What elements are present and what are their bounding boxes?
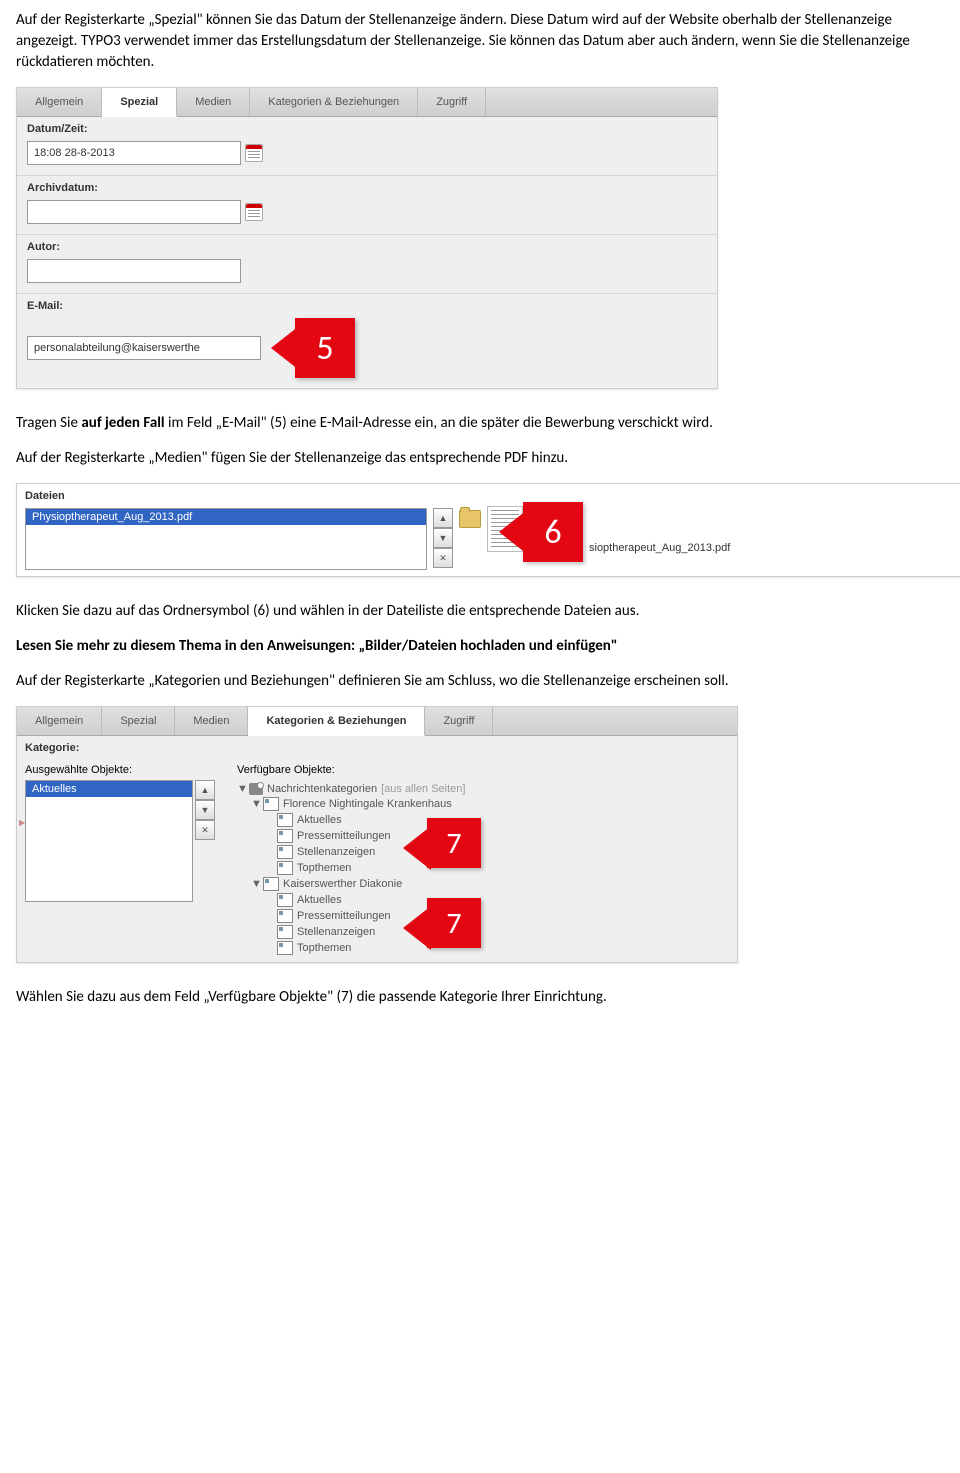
file-option[interactable]: Physioptherapeut_Aug_2013.pdf: [26, 509, 426, 525]
page-icon: [277, 845, 293, 859]
tree-node[interactable]: ▼Florence Nightingale Krankenhaus: [237, 796, 729, 812]
paragraph-read-more: Lesen Sie mehr zu diesem Thema in den An…: [16, 636, 944, 657]
calendar-icon[interactable]: [245, 144, 263, 162]
selected-objects-list[interactable]: Aktuelles: [25, 780, 193, 902]
page-icon: [263, 877, 279, 891]
tabs-bar-1: Allgemein Spezial Medien Kategorien & Be…: [17, 88, 717, 117]
file-select-list[interactable]: Physioptherapeut_Aug_2013.pdf: [25, 508, 427, 570]
field-archivdatum: Archivdatum:: [17, 176, 717, 235]
selected-option[interactable]: Aktuelles: [26, 781, 192, 797]
callout-7-label: 7: [427, 898, 481, 948]
page-icon: [277, 909, 293, 923]
field-autor: Autor:: [17, 235, 717, 294]
callout-7b: 7: [427, 898, 481, 948]
move-down-button[interactable]: ▼: [433, 528, 453, 548]
field-datum-zeit: Datum/Zeit:: [17, 117, 717, 176]
move-up-button[interactable]: ▲: [433, 508, 453, 528]
intro-paragraph-1: Auf der Registerkarte „Spezial" können S…: [16, 10, 944, 73]
paragraph-select-category: Wählen Sie dazu aus dem Feld „Verfügbare…: [16, 987, 944, 1008]
list-buttons: ▲ ▼ ✕: [195, 780, 215, 902]
folder-icon[interactable]: [459, 510, 481, 528]
label-archivdatum: Archivdatum:: [27, 182, 707, 194]
tabs-bar-2: Allgemein Spezial Medien Kategorien & Be…: [17, 707, 737, 736]
paragraph-folder-hint: Klicken Sie dazu auf das Ordnersymbol (6…: [16, 601, 944, 622]
label-email: E-Mail:: [27, 300, 707, 312]
tab-zugriff[interactable]: Zugriff: [418, 88, 486, 116]
tab-allgemein[interactable]: Allgemein: [17, 88, 102, 116]
tab-spezial[interactable]: Spezial: [102, 707, 175, 735]
label-dateien: Dateien: [25, 490, 955, 502]
input-autor[interactable]: [27, 259, 241, 283]
tree-leaf[interactable]: Topthemen: [237, 940, 729, 956]
page-icon: [263, 797, 279, 811]
callout-7a: 7: [427, 818, 481, 868]
tab-allgemein[interactable]: Allgemein: [17, 707, 102, 735]
tab-kategorien[interactable]: Kategorien & Beziehungen: [250, 88, 418, 116]
screenshot-kategorien-tab: Allgemein Spezial Medien Kategorien & Be…: [16, 706, 738, 963]
remove-button[interactable]: ✕: [433, 548, 453, 568]
tab-medien[interactable]: Medien: [177, 88, 250, 116]
page-icon: [277, 893, 293, 907]
page-icon: [277, 925, 293, 939]
input-archivdatum[interactable]: [27, 200, 241, 224]
input-datum-zeit[interactable]: [27, 141, 241, 165]
tree-leaf[interactable]: Pressemitteilungen: [237, 828, 729, 844]
move-down-button[interactable]: ▼: [195, 800, 215, 820]
tree-leaf[interactable]: Stellenanzeigen: [237, 924, 729, 940]
label-verfuegbare: Verfügbare Objekte:: [237, 764, 729, 776]
tab-spezial[interactable]: Spezial: [102, 88, 177, 117]
tree-root[interactable]: ▼Nachrichtenkategorien [aus allen Seiten…: [237, 782, 729, 796]
tree-leaf[interactable]: Topthemen: [237, 860, 729, 876]
remove-button[interactable]: ✕: [195, 820, 215, 840]
move-up-button[interactable]: ▲: [195, 780, 215, 800]
field-email: E-Mail: 5: [17, 294, 717, 388]
file-name-label: sioptherapeut_Aug_2013.pdf: [589, 542, 730, 554]
calendar-icon[interactable]: [245, 203, 263, 221]
category-tree: ▼Nachrichtenkategorien [aus allen Seiten…: [237, 782, 729, 956]
tree-leaf[interactable]: Aktuelles: [237, 892, 729, 908]
paragraph-email-hint: Tragen Sie auf jeden Fall im Feld „E-Mai…: [16, 413, 944, 434]
page-icon: [277, 861, 293, 875]
page-icon: [277, 829, 293, 843]
screenshot-spezial-tab: Allgemein Spezial Medien Kategorien & Be…: [16, 87, 718, 389]
label-autor: Autor:: [27, 241, 707, 253]
category-icon: [249, 783, 263, 795]
label-kategorie: Kategorie:: [25, 742, 729, 754]
callout-5-label: 5: [295, 318, 355, 378]
tree-leaf[interactable]: Pressemitteilungen: [237, 908, 729, 924]
input-email[interactable]: [27, 336, 261, 360]
marker-icon: ▶: [19, 818, 25, 827]
tab-kategorien[interactable]: Kategorien & Beziehungen: [248, 707, 425, 736]
page-icon: [277, 813, 293, 827]
tab-medien[interactable]: Medien: [175, 707, 248, 735]
tree-node[interactable]: ▼Kaiserswerther Diakonie: [237, 876, 729, 892]
screenshot-dateien: Dateien Physioptherapeut_Aug_2013.pdf ▲ …: [16, 483, 960, 577]
callout-5: 5: [295, 318, 355, 378]
tree-leaf[interactable]: Aktuelles: [237, 812, 729, 828]
tab-zugriff[interactable]: Zugriff: [425, 707, 493, 735]
paragraph-medien: Auf der Registerkarte „Medien" fügen Sie…: [16, 448, 944, 469]
list-buttons: ▲ ▼ ✕: [433, 508, 453, 568]
callout-6-label: 6: [523, 502, 583, 562]
label-ausgewaehlte: Ausgewählte Objekte:: [25, 764, 215, 776]
label-datum-zeit: Datum/Zeit:: [27, 123, 707, 135]
page-icon: [277, 941, 293, 955]
tree-leaf[interactable]: Stellenanzeigen: [237, 844, 729, 860]
callout-7-label: 7: [427, 818, 481, 868]
paragraph-kategorien: Auf der Registerkarte „Kategorien und Be…: [16, 671, 944, 692]
callout-6: 6: [523, 502, 583, 562]
